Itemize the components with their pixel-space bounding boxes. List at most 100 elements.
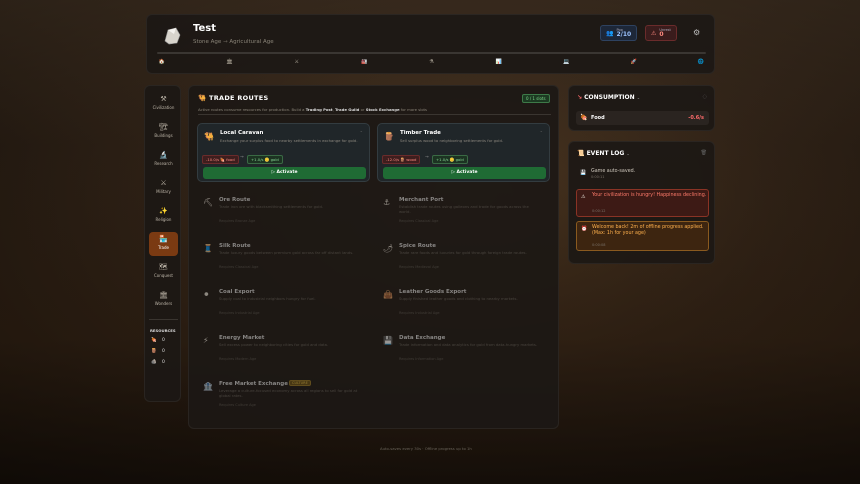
route-card-ore-route[interactable]: ⛏ Ore Route Trade iron ore with blacksmith… (197, 192, 370, 232)
route-description: Trade rare foods and luxuries for gold t… (399, 250, 527, 255)
sidebar-item-label: Research (154, 161, 173, 166)
event-log-panel: 📜 EVENT LOG ⌄ 🗑 💾 Game auto-saved. 0:00:11… (568, 141, 715, 264)
route-name: Local Caravan (220, 130, 264, 136)
route-name: Merchant Port (399, 197, 444, 203)
route-badge: CULTURE (289, 380, 311, 386)
food-icon: 🍖 (580, 114, 588, 121)
resource-value: 0 (162, 338, 165, 343)
route-requirement: Requires Culture Age (219, 403, 256, 407)
route-name: Data Exchange (399, 335, 446, 341)
sidebar-item-label: Military (156, 189, 171, 194)
era-label: Stone Age → Agricultural Age (193, 39, 274, 45)
resource-row: 🪨 0 (151, 360, 165, 365)
sidebar-item-trade[interactable]: 🏪 Trade (149, 232, 178, 256)
era-icon-1[interactable]: 🏛 (224, 59, 234, 65)
route-name: Energy Market (219, 335, 265, 341)
route-icon: ⚫ (203, 290, 210, 299)
route-icon: 💾 (383, 336, 393, 345)
event-time: 0:00:08 (592, 243, 606, 247)
scroll-icon: 📜 (577, 150, 585, 157)
route-card-free-market-exchange[interactable]: 🏦 Free Market Exchange CULTURE Leverage a c… (197, 376, 370, 416)
route-description: Supply coal to industrial neighbors hung… (219, 296, 316, 301)
resource-value: 0 (162, 360, 165, 365)
sidebar-item-civilization[interactable]: ⚒ Civilization (149, 92, 178, 116)
route-card-local-caravan: 🐫 Local Caravan Exchange your surplus food… (197, 123, 370, 182)
sidebar-item-military[interactable]: ⚔ Military (149, 176, 178, 200)
population-stat[interactable]: 👥 Pop 2/10 (600, 25, 638, 41)
sidebar-item-wonders[interactable]: 🏛 Wonders (149, 288, 178, 312)
event-text: Welcome back! 2m of offline progress app… (592, 225, 704, 236)
header-panel: Test Stone Age → Agricultural Age 👥 Pop 2… (146, 14, 715, 74)
trash-icon[interactable]: 🗑 (701, 150, 707, 156)
event-icon: ⚠ (581, 194, 586, 200)
sidebar-item-research[interactable]: 🔬 Research (149, 148, 178, 172)
unrest-stat[interactable]: ⚠ Unrest 0 (645, 25, 677, 41)
consumption-row-food: 🍖 Food -0.6/s (576, 111, 709, 125)
settings-gear-icon[interactable]: ⚙ (693, 28, 700, 37)
route-description: Establish trade routes using galleons an… (399, 204, 529, 214)
route-icon: ⚡ (203, 336, 209, 345)
route-icon: 👜 (383, 290, 393, 299)
resource-row: 🍖 0 (151, 338, 165, 343)
activate-label: Activate (456, 170, 478, 175)
route-card-data-exchange[interactable]: 💾 Data Exchange Trade information and data… (377, 330, 550, 370)
route-name: Timber Trade (400, 130, 441, 136)
route-name: Ore Route (219, 197, 251, 203)
sidebar-item-buildings[interactable]: 🏗 Buildings (149, 120, 178, 144)
event-icon: ⏰ (581, 226, 588, 232)
era-icon-8[interactable]: 🌐 (696, 59, 706, 65)
era-icon-4[interactable]: ⚗ (427, 59, 437, 65)
era-icon-6[interactable]: 💻 (561, 59, 571, 65)
event-log-title: 📜 EVENT LOG ⌄ (577, 150, 630, 157)
route-requirement: Requires Modern Age (219, 357, 257, 361)
event-log-entry: ⏰ Welcome back! 2m of offline progress ap… (576, 221, 709, 251)
sidebar-item-label: Religion (155, 217, 172, 222)
military-icon: ⚔ (160, 179, 167, 187)
religion-icon: ✨ (159, 207, 168, 215)
route-description: Leverage a culture-focused economy acros… (219, 388, 358, 398)
activate-label: Activate (276, 170, 298, 175)
arrow-right-icon: → (425, 155, 429, 160)
sidebar-item-conquest[interactable]: 🗺 Conquest (149, 260, 178, 284)
route-card-energy-market[interactable]: ⚡ Energy Market Sell excess power to neigh… (197, 330, 370, 370)
sidebar-divider (149, 319, 178, 320)
route-icon: 🌶 (383, 244, 394, 253)
era-progress-track (157, 52, 706, 54)
chevron-down-icon[interactable]: ⌄ (637, 95, 640, 100)
route-icon: ⛏ (203, 198, 214, 207)
unrest-icon: ⚠ (651, 29, 657, 37)
route-description: Trade iron ore with blacksmithing settle… (219, 204, 324, 209)
era-icon-0[interactable]: 🏠 (157, 59, 167, 65)
route-card-spice-route[interactable]: 🌶 Spice Route Trade rare foods and luxurie… (377, 238, 550, 278)
chevron-up-icon[interactable]: ⌃ (540, 130, 543, 135)
route-card-coal-export[interactable]: ⚫ Coal Export Supply coal to industrial ne… (197, 284, 370, 324)
era-icon-2[interactable]: ⚔ (292, 59, 302, 65)
sidebar-item-religion[interactable]: ✨ Religion (149, 204, 178, 228)
activate-button[interactable]: ▷ Activate (383, 167, 546, 179)
route-requirement: Requires Classical Age (399, 219, 439, 223)
chevron-up-icon[interactable]: ⌃ (360, 130, 363, 135)
era-icon-3[interactable]: 🏭 (359, 59, 369, 65)
civ-logo-icon (164, 27, 181, 45)
activate-button[interactable]: ▷ Activate (203, 167, 366, 179)
route-card-silk-route[interactable]: 🧵 Silk Route Trade luxury goods between pr… (197, 238, 370, 278)
trend-down-icon: ↘ (577, 94, 583, 101)
route-name: Spice Route (399, 243, 436, 249)
footer-note: Auto-saves every 30s · Offline progress … (380, 446, 472, 451)
route-card-merchant-port[interactable]: ⚓ Merchant Port Establish trade routes usi… (377, 192, 550, 232)
collapse-icon[interactable]: ◌ (703, 94, 707, 100)
event-text: Game auto-saved. (591, 169, 636, 174)
chevron-down-icon[interactable]: ⌄ (626, 151, 629, 156)
resource-row: 🪵 0 (151, 349, 165, 354)
era-icon-7[interactable]: 🚀 (629, 59, 639, 65)
route-card-leather-goods-export[interactable]: 👜 Leather Goods Export Supply finished lea… (377, 284, 550, 324)
route-icon: 🧵 (203, 244, 213, 253)
route-requirement: Requires Medieval Age (399, 265, 439, 269)
trade-title: 🐫 TRADE ROUTES (198, 94, 269, 102)
conquest-icon: 🗺 (159, 263, 168, 271)
era-icon-5[interactable]: 📊 (494, 59, 504, 65)
route-icon: ⚓ (383, 198, 391, 207)
route-card-timber-trade: 🪵 Timber Trade Sell surplus wood to neighb… (377, 123, 550, 182)
consumption-title: ↘ CONSUMPTION ⌄ (577, 94, 641, 101)
route-description: Exchange your surplus food to nearby set… (220, 138, 358, 143)
